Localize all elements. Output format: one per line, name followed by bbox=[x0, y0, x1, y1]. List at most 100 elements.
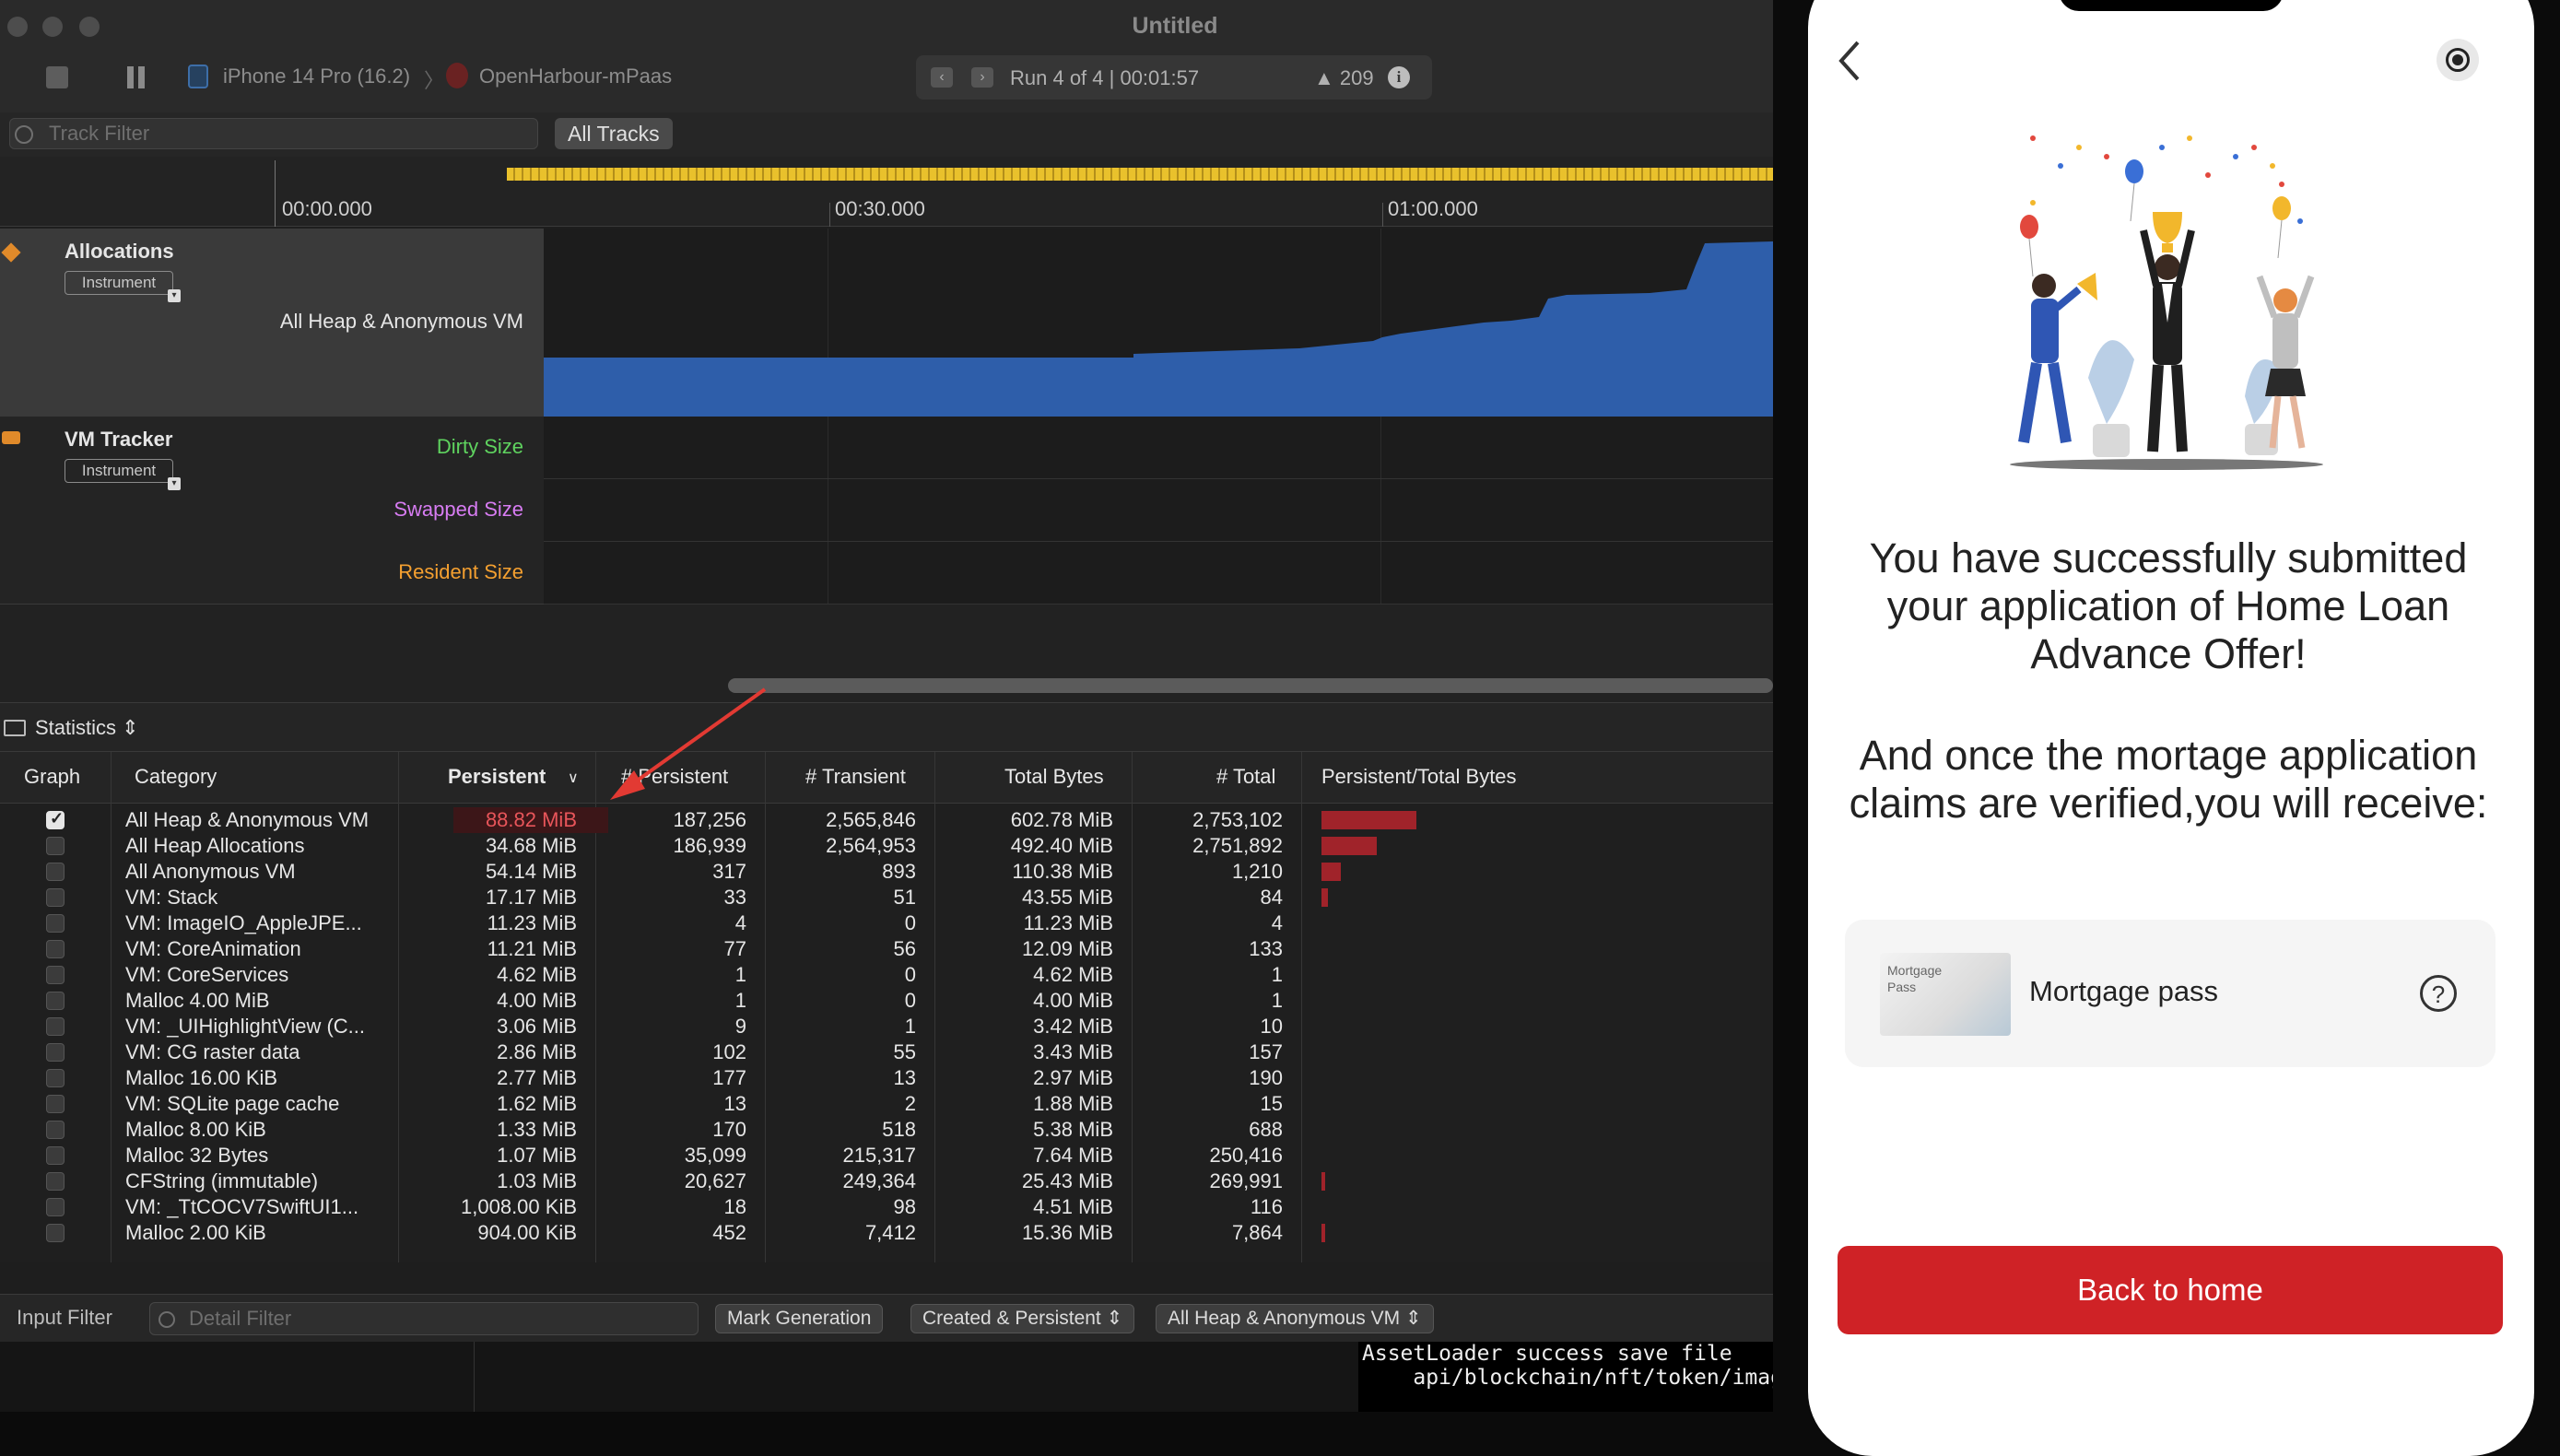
swapped-size-graph[interactable] bbox=[544, 479, 1773, 542]
filter-icon bbox=[159, 1311, 175, 1328]
resident-size-graph[interactable] bbox=[544, 542, 1773, 605]
col-graph[interactable]: Graph bbox=[24, 765, 80, 789]
graph-checkbox[interactable] bbox=[46, 1017, 65, 1036]
allocation-type-select[interactable]: All Heap & Anonymous VM ⇕ bbox=[1156, 1304, 1434, 1333]
cell-persistent: 11.23 MiB bbox=[487, 911, 577, 934]
minimize-window-button[interactable] bbox=[42, 17, 63, 37]
cell-n-transient: 0 bbox=[904, 989, 916, 1012]
cell-n-total: 1 bbox=[1271, 963, 1283, 986]
instrument-badge[interactable]: Instrument bbox=[65, 459, 173, 483]
table-row[interactable]: Malloc 32 Bytes 1.07 MiB 35,099 215,317 7.64… bbox=[0, 1143, 1773, 1168]
cell-category: VM: CoreServices bbox=[125, 963, 289, 986]
ratio-bar bbox=[1321, 888, 1328, 907]
previous-run-button[interactable]: ‹ bbox=[931, 67, 953, 88]
cell-n-total: 2,751,892 bbox=[1192, 834, 1283, 857]
col-n-total[interactable]: # Total bbox=[1216, 765, 1275, 789]
target-app-selector[interactable]: OpenHarbour-mPaas bbox=[479, 65, 672, 88]
inspection-head[interactable] bbox=[275, 160, 276, 227]
table-row[interactable]: Malloc 2.00 KiB 904.00 KiB 452 7,412 15.36 M… bbox=[0, 1220, 1773, 1246]
graph-checkbox[interactable] bbox=[46, 1224, 65, 1242]
run-status: Run 4 of 4 | 00:01:57 bbox=[1010, 66, 1200, 89]
table-row[interactable]: All Heap & Anonymous VM 88.82 MiB 187,256 2… bbox=[0, 807, 1773, 833]
chevron-down-icon[interactable]: ▾ bbox=[168, 477, 181, 490]
pause-button[interactable] bbox=[125, 66, 147, 88]
graph-checkbox[interactable] bbox=[46, 1043, 65, 1062]
cell-n-total: 250,416 bbox=[1209, 1144, 1283, 1167]
table-row[interactable]: VM: CoreAnimation 11.21 MiB 77 56 12.09 MiB 1… bbox=[0, 936, 1773, 962]
instrument-badge[interactable]: Instrument bbox=[65, 271, 173, 295]
graph-checkbox[interactable] bbox=[46, 888, 65, 907]
table-row[interactable]: VM: Stack 17.17 MiB 33 51 43.55 MiB 84 bbox=[0, 885, 1773, 910]
graph-checkbox[interactable] bbox=[46, 837, 65, 855]
table-row[interactable]: All Heap Allocations 34.68 MiB 186,939 2,56… bbox=[0, 833, 1773, 859]
cell-n-total: 269,991 bbox=[1209, 1169, 1283, 1192]
table-row[interactable]: VM: ImageIO_AppleJPE... 11.23 MiB 4 0 11.23 … bbox=[0, 910, 1773, 936]
stop-button[interactable] bbox=[46, 66, 68, 88]
dirty-size-graph[interactable] bbox=[544, 417, 1773, 479]
sort-chevron-icon[interactable]: ∨ bbox=[568, 769, 579, 787]
table-row[interactable]: CFString (immutable) 1.03 MiB 20,627 249,36… bbox=[0, 1168, 1773, 1194]
cell-n-persistent: 9 bbox=[734, 1015, 746, 1038]
graph-checkbox[interactable] bbox=[46, 1198, 65, 1216]
graph-checkbox[interactable] bbox=[46, 1146, 65, 1165]
detail-filter-input[interactable]: Detail Filter bbox=[149, 1302, 699, 1335]
allocations-track-header[interactable]: Allocations Instrument ▾ All Heap & Anon… bbox=[0, 229, 544, 417]
zoom-window-button[interactable] bbox=[79, 17, 100, 37]
graph-checkbox[interactable] bbox=[46, 940, 65, 958]
graph-checkbox[interactable] bbox=[46, 966, 65, 984]
statistics-selector[interactable]: Statistics ⇕ bbox=[35, 716, 139, 740]
warning-indicator[interactable]: ▲ 209 bbox=[1314, 66, 1374, 90]
col-persistent[interactable]: Persistent bbox=[448, 765, 546, 789]
next-run-button[interactable]: › bbox=[971, 67, 993, 88]
graph-checkbox[interactable] bbox=[46, 1172, 65, 1191]
allocations-icon bbox=[1, 242, 21, 263]
cell-n-persistent: 1 bbox=[734, 963, 746, 986]
graph-checkbox[interactable] bbox=[46, 1095, 65, 1113]
close-window-button[interactable] bbox=[7, 17, 28, 37]
graph-checkbox[interactable] bbox=[46, 914, 65, 933]
cell-n-total: 15 bbox=[1260, 1092, 1283, 1115]
chevron-down-icon[interactable]: ▾ bbox=[168, 289, 181, 302]
graph-checkbox[interactable] bbox=[46, 992, 65, 1010]
info-icon[interactable]: i bbox=[1388, 66, 1410, 88]
graph-checkbox[interactable] bbox=[46, 1069, 65, 1087]
device-selector[interactable]: iPhone 14 Pro (16.2) bbox=[223, 65, 410, 88]
col-n-transient[interactable]: # Transient bbox=[805, 765, 906, 789]
col-n-persistent[interactable]: # Persistent bbox=[621, 765, 728, 789]
graph-checkbox[interactable] bbox=[46, 809, 65, 829]
table-row[interactable]: VM: SQLite page cache 1.62 MiB 13 2 1.88 MiB… bbox=[0, 1091, 1773, 1117]
record-icon[interactable] bbox=[2437, 39, 2479, 81]
table-row[interactable]: All Anonymous VM 54.14 MiB 317 893 110.38 Mi… bbox=[0, 859, 1773, 885]
cell-n-persistent: 35,099 bbox=[684, 1144, 746, 1167]
timeline-horizontal-scrollbar[interactable] bbox=[728, 678, 1773, 693]
table-row[interactable]: VM: CoreServices 4.62 MiB 1 0 4.62 MiB 1 bbox=[0, 962, 1773, 988]
col-ratio[interactable]: Persistent/Total Bytes bbox=[1321, 765, 1517, 789]
track-filter-input[interactable]: Track Filter bbox=[9, 118, 538, 149]
back-chevron-icon[interactable] bbox=[1834, 39, 1865, 83]
tick-label: 01:00.000 bbox=[1388, 197, 1478, 220]
all-tracks-button[interactable]: All Tracks bbox=[555, 118, 673, 149]
table-row[interactable]: Malloc 4.00 MiB 4.00 MiB 1 0 4.00 MiB 1 bbox=[0, 988, 1773, 1014]
table-row[interactable]: VM: _UIHighlightView (C... 3.06 MiB 9 1 3.42… bbox=[0, 1014, 1773, 1039]
allocation-lifespan-select[interactable]: Created & Persistent ⇕ bbox=[910, 1304, 1135, 1333]
graph-checkbox[interactable] bbox=[46, 1121, 65, 1139]
cell-category: Malloc 8.00 KiB bbox=[125, 1118, 266, 1141]
help-icon[interactable]: ? bbox=[2420, 975, 2457, 1012]
table-header: Graph Category Persistent ∨ # Persistent… bbox=[0, 752, 1773, 804]
cell-n-persistent: 1 bbox=[734, 989, 746, 1012]
allocations-graph[interactable] bbox=[544, 229, 1773, 417]
col-category[interactable]: Category bbox=[135, 765, 217, 789]
col-total-bytes[interactable]: Total Bytes bbox=[1004, 765, 1104, 789]
table-row[interactable]: VM: _TtCOCV7SwiftUI1... 1,008.00 KiB 18 98 4… bbox=[0, 1194, 1773, 1220]
vm-tracker-track-header[interactable]: VM Tracker Instrument ▾ Dirty Size Swapp… bbox=[0, 417, 544, 605]
mortgage-pass-card[interactable]: Mortgage Pass Mortgage pass ? bbox=[1845, 920, 2495, 1067]
cell-category: VM: CoreAnimation bbox=[125, 937, 301, 960]
back-to-home-button[interactable]: Back to home bbox=[1838, 1246, 2503, 1334]
table-row[interactable]: Malloc 16.00 KiB 2.77 MiB 177 13 2.97 MiB 190 bbox=[0, 1065, 1773, 1091]
mark-generation-button[interactable]: Mark Generation bbox=[715, 1304, 884, 1333]
timeline-ruler[interactable]: 00:00.000 00:30.000 01:00.000 bbox=[0, 157, 1773, 227]
graph-checkbox[interactable] bbox=[46, 863, 65, 881]
cell-n-transient: 51 bbox=[893, 886, 916, 909]
table-row[interactable]: VM: CG raster data 2.86 MiB 102 55 3.43 MiB 1… bbox=[0, 1039, 1773, 1065]
table-row[interactable]: Malloc 8.00 KiB 1.33 MiB 170 518 5.38 MiB 688 bbox=[0, 1117, 1773, 1143]
